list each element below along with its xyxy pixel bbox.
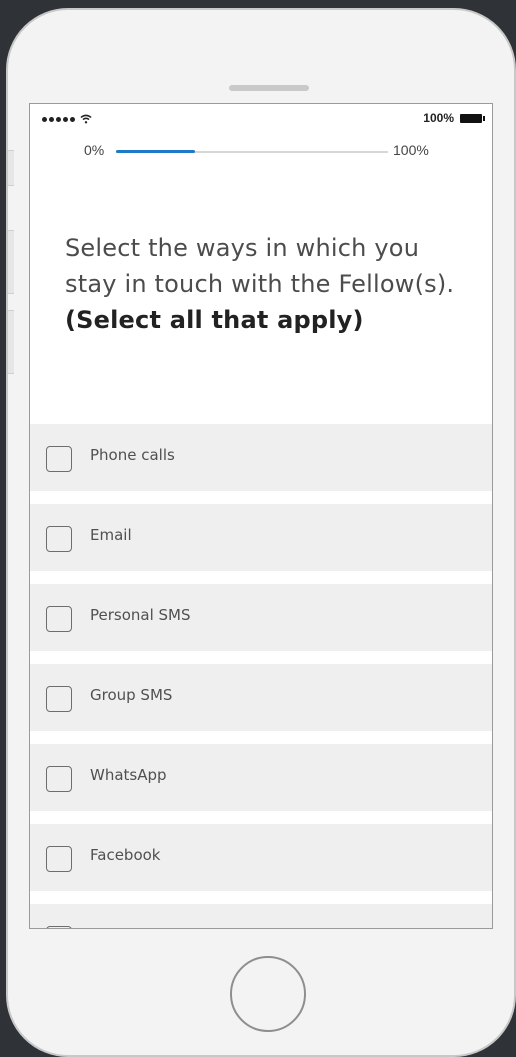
side-button-silent bbox=[8, 150, 14, 186]
option-label: Facebook bbox=[90, 846, 161, 864]
checkbox[interactable] bbox=[46, 846, 72, 872]
speaker-grill bbox=[229, 85, 309, 91]
checkbox[interactable] bbox=[46, 766, 72, 792]
progress-indicator: 0% 100% bbox=[30, 139, 492, 163]
progress-fill bbox=[116, 150, 195, 153]
progress-max-label: 100% bbox=[393, 142, 429, 158]
home-button[interactable] bbox=[230, 956, 306, 1032]
question-emphasis: (Select all that apply) bbox=[65, 306, 364, 334]
checkbox[interactable] bbox=[46, 686, 72, 712]
checkbox[interactable] bbox=[46, 606, 72, 632]
question-text: Select the ways in which you stay in tou… bbox=[65, 230, 475, 338]
option-label: Phone calls bbox=[90, 446, 175, 464]
side-button-volume-down bbox=[8, 310, 14, 374]
status-bar: 100% bbox=[30, 104, 492, 132]
option-item[interactable]: Facebook bbox=[30, 824, 492, 891]
checkbox[interactable] bbox=[46, 446, 72, 472]
option-item[interactable]: Personal SMS bbox=[30, 584, 492, 651]
option-item[interactable]: WhatsApp bbox=[30, 744, 492, 811]
option-item[interactable]: Group SMS bbox=[30, 664, 492, 731]
battery-status: 100% bbox=[423, 111, 485, 125]
option-item-partial[interactable] bbox=[30, 904, 492, 928]
side-button-volume-up bbox=[8, 230, 14, 294]
wifi-icon bbox=[80, 114, 92, 124]
question-main-text: Select the ways in which you stay in tou… bbox=[65, 234, 455, 298]
option-label: Group SMS bbox=[90, 686, 173, 704]
checkbox[interactable] bbox=[46, 526, 72, 552]
battery-icon bbox=[460, 113, 485, 123]
option-label: Personal SMS bbox=[90, 606, 191, 624]
option-item[interactable]: Phone calls bbox=[30, 424, 492, 491]
progress-min-label: 0% bbox=[84, 142, 105, 158]
option-item[interactable]: Email bbox=[30, 504, 492, 571]
option-label: WhatsApp bbox=[90, 766, 167, 784]
progress-track bbox=[116, 150, 388, 153]
checkbox[interactable] bbox=[46, 926, 72, 928]
phone-screen: 100% 0% 100% Select the ways in which yo… bbox=[29, 103, 493, 929]
option-label: Email bbox=[90, 526, 132, 544]
battery-percent: 100% bbox=[423, 111, 454, 125]
signal-dots-icon bbox=[42, 114, 92, 124]
